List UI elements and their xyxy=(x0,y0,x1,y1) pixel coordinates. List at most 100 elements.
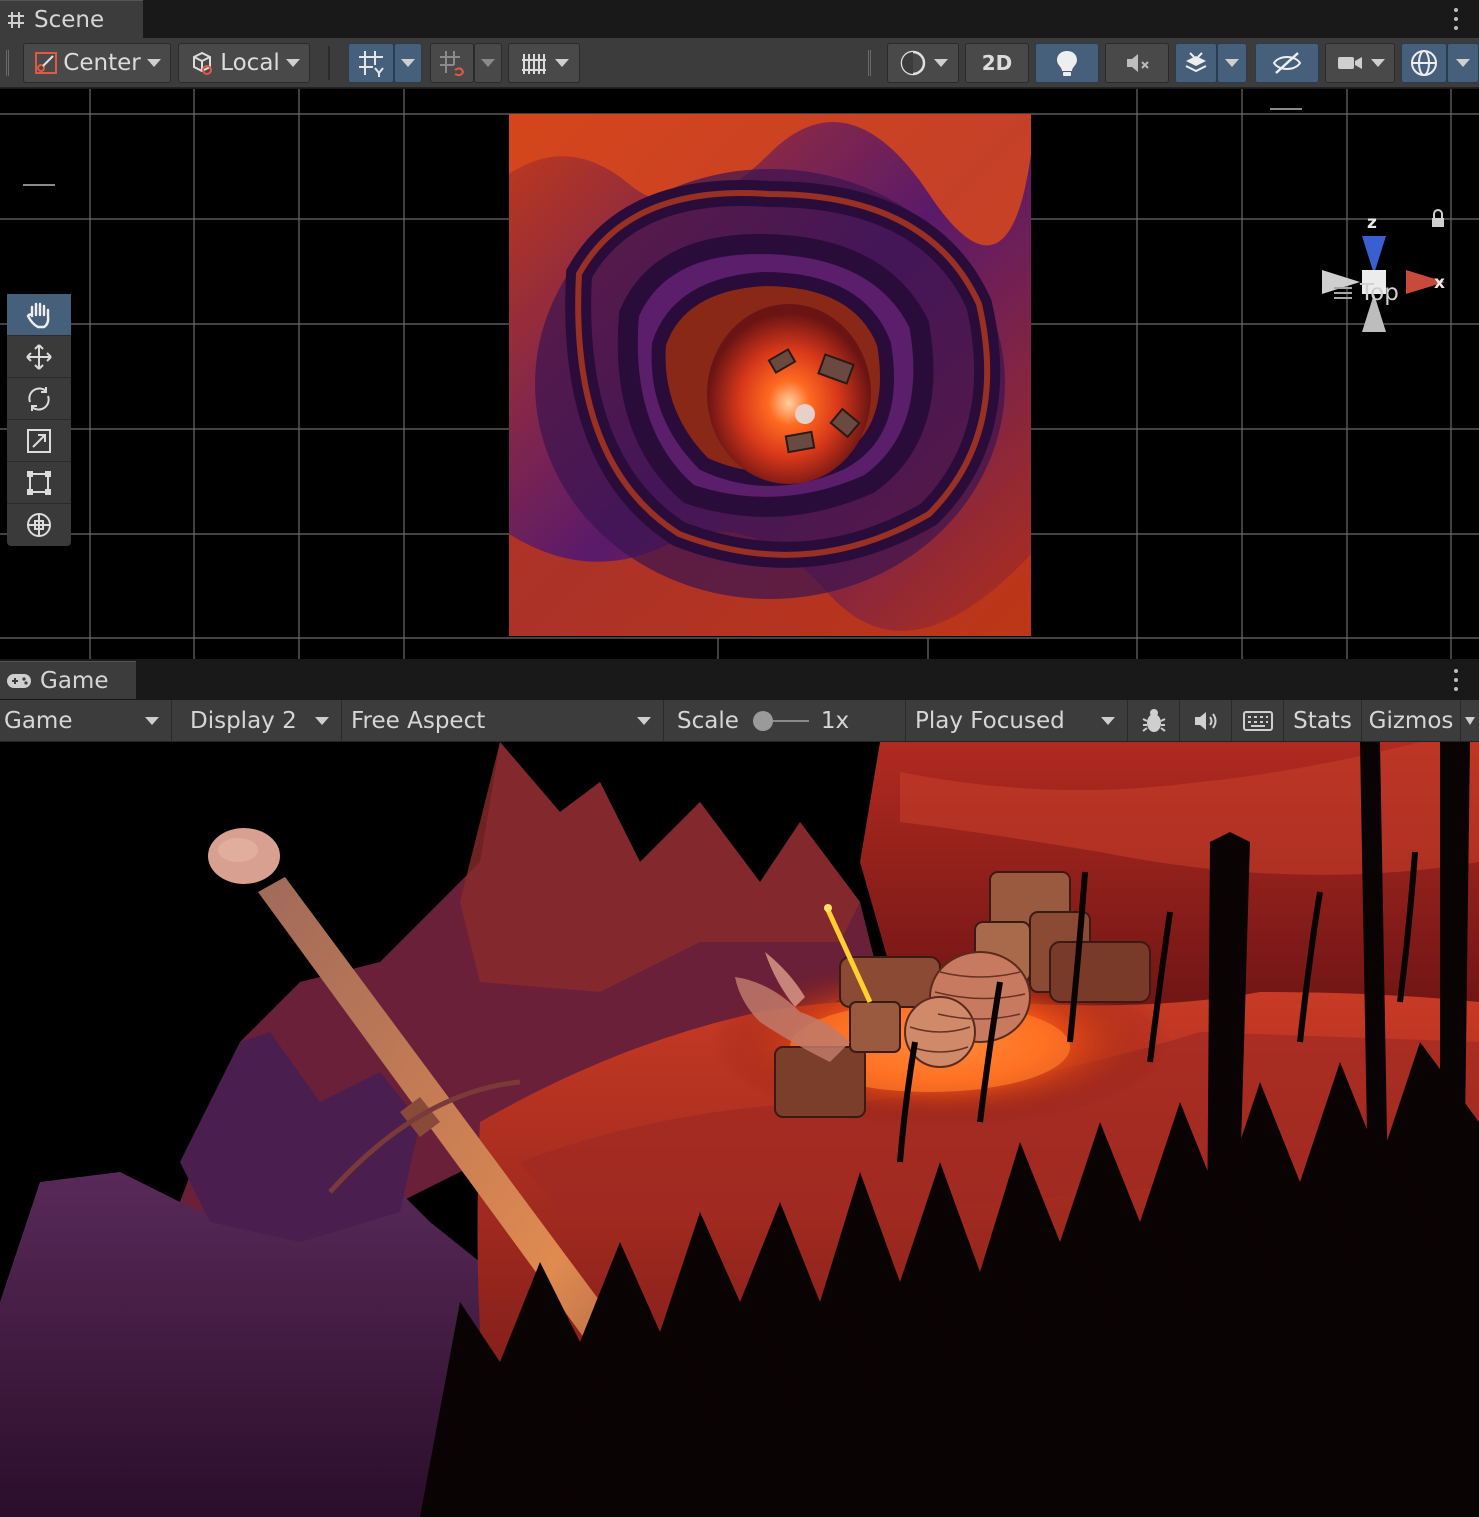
scene-viewport[interactable]: z x Top xyxy=(0,89,1479,659)
toolbar-grip[interactable] xyxy=(6,50,9,76)
scale-value: 1x xyxy=(820,707,850,734)
orientation-gizmo[interactable]: z x xyxy=(1310,204,1460,354)
game-viewport[interactable] xyxy=(0,742,1479,1517)
game-more-menu-icon[interactable] xyxy=(1445,667,1467,693)
rotate-tool-button[interactable] xyxy=(7,378,71,420)
game-tab-label: Game xyxy=(40,667,109,694)
menu-lines-icon xyxy=(1334,287,1352,299)
scene-lighting-toggle[interactable] xyxy=(1035,43,1099,83)
display-dropdown[interactable]: Display 2 xyxy=(172,700,342,741)
chevron-down-icon xyxy=(637,717,651,725)
scale-control: Scale 1x xyxy=(664,700,906,741)
speaker-icon xyxy=(1194,711,1216,730)
scene-tab[interactable]: Scene xyxy=(0,0,143,38)
axis-z-cone[interactable] xyxy=(1362,236,1386,274)
stats-label: Stats xyxy=(1293,707,1352,734)
toggle-2d-label: 2D xyxy=(981,51,1013,75)
play-mode-label: Play Focused xyxy=(915,707,1065,734)
chevron-down-icon xyxy=(315,717,329,725)
pivot-center-icon xyxy=(35,52,58,74)
chevron-down-icon xyxy=(481,59,495,67)
audio-mute-icon xyxy=(1127,54,1149,72)
scene-tab-bar: Scene xyxy=(0,0,1479,38)
pivot-space-dropdown[interactable]: Local xyxy=(178,43,310,83)
scale-tool-button[interactable] xyxy=(7,420,71,462)
grid-snap-toggle[interactable] xyxy=(348,43,394,83)
hidden-eye-icon xyxy=(1272,52,1302,74)
local-space-icon xyxy=(193,51,213,75)
chevron-down-icon xyxy=(1101,717,1115,725)
camera-icon xyxy=(1338,57,1362,69)
play-mode-dropdown[interactable]: Play Focused xyxy=(906,700,1128,741)
toggle-2d-button[interactable]: 2D xyxy=(965,43,1029,83)
game-view-dropdown[interactable]: Game xyxy=(0,700,172,741)
scale-slider[interactable] xyxy=(752,710,809,731)
scale-label: Scale xyxy=(677,707,739,734)
display-dropdown-label: Display 2 xyxy=(190,707,297,734)
scene-more-menu-icon[interactable] xyxy=(1445,6,1467,32)
game-toolbar: Game Display 2 Free Aspect Scale 1x Play… xyxy=(0,700,1479,742)
effects-layers-icon xyxy=(1185,52,1207,73)
grid-ruler-icon xyxy=(522,54,546,74)
grid-snap-dropdown[interactable] xyxy=(394,43,422,83)
toolbar-separator xyxy=(328,46,330,80)
transform-tool-icon xyxy=(27,513,51,537)
gizmos-dropdown[interactable] xyxy=(1447,43,1479,83)
shaded-sphere-icon xyxy=(900,50,926,76)
chevron-down-icon xyxy=(401,59,415,67)
chevron-down-icon xyxy=(555,59,569,67)
chevron-down-icon xyxy=(145,717,159,725)
scene-effects-toggle[interactable] xyxy=(1175,43,1217,83)
scene-tab-label: Scene xyxy=(34,6,105,33)
mute-audio-toggle[interactable] xyxy=(1180,700,1232,741)
transform-tools-palette xyxy=(7,294,71,546)
scene-camera-dropdown[interactable] xyxy=(1325,43,1395,83)
toolbar-grip[interactable] xyxy=(868,50,871,76)
grid-visibility-dropdown[interactable] xyxy=(508,43,580,83)
rotate-tool-icon xyxy=(28,386,50,411)
transform-tool-button[interactable] xyxy=(7,504,71,546)
hand-tool-button[interactable] xyxy=(7,294,71,336)
stats-toggle[interactable]: Stats xyxy=(1284,700,1362,741)
pivot-mode-dropdown[interactable]: Center xyxy=(23,43,171,83)
increment-snap-dropdown[interactable] xyxy=(474,43,502,83)
scene-effects-dropdown[interactable] xyxy=(1217,43,1247,83)
scene-audio-toggle[interactable] xyxy=(1105,43,1169,83)
bug-icon xyxy=(1141,708,1166,732)
shading-mode-dropdown[interactable] xyxy=(887,43,959,83)
increment-snap-toggle[interactable] xyxy=(430,43,474,83)
gizmo-lock-icon[interactable] xyxy=(1432,209,1444,227)
scale-tool-icon xyxy=(27,428,51,453)
scale-slider-thumb[interactable] xyxy=(752,710,773,731)
move-tool-button[interactable] xyxy=(7,336,71,378)
game-render xyxy=(0,742,1479,1517)
keyboard-icon xyxy=(1242,710,1273,731)
view-orientation-label[interactable]: Top xyxy=(1332,280,1399,306)
gamepad-icon xyxy=(7,673,31,688)
keyboard-shortcuts-toggle[interactable] xyxy=(1232,700,1284,741)
scene-visibility-toggle[interactable] xyxy=(1255,43,1319,83)
rect-tool-button[interactable] xyxy=(7,462,71,504)
scene-toolbar: Center Local 2D xyxy=(0,38,1479,88)
axis-x-label: x xyxy=(1434,273,1445,293)
terrain-top-view[interactable] xyxy=(509,114,1031,636)
game-tab-bar: Game xyxy=(0,661,1479,699)
chevron-down-icon xyxy=(1371,59,1385,67)
chevron-down-icon xyxy=(934,59,948,67)
chevron-down-icon xyxy=(1465,716,1475,725)
aspect-ratio-label: Free Aspect xyxy=(351,707,486,734)
chevron-down-icon xyxy=(146,59,161,67)
debug-toggle[interactable] xyxy=(1128,700,1180,741)
aspect-ratio-dropdown[interactable]: Free Aspect xyxy=(342,700,664,741)
terrain-render xyxy=(509,114,1031,636)
grid-hash-icon xyxy=(8,11,24,28)
rect-tool-icon xyxy=(27,470,51,495)
view-orientation-text: Top xyxy=(1360,280,1399,306)
hand-tool-icon xyxy=(26,302,50,328)
gizmos-game-toggle[interactable]: Gizmos xyxy=(1362,700,1460,741)
gizmos-toggle[interactable] xyxy=(1401,43,1447,83)
game-tab[interactable]: Game xyxy=(0,661,136,699)
gizmos-game-dropdown[interactable] xyxy=(1460,700,1479,741)
grid-snap-icon xyxy=(359,51,384,77)
pivot-mode-label: Center xyxy=(63,50,141,76)
